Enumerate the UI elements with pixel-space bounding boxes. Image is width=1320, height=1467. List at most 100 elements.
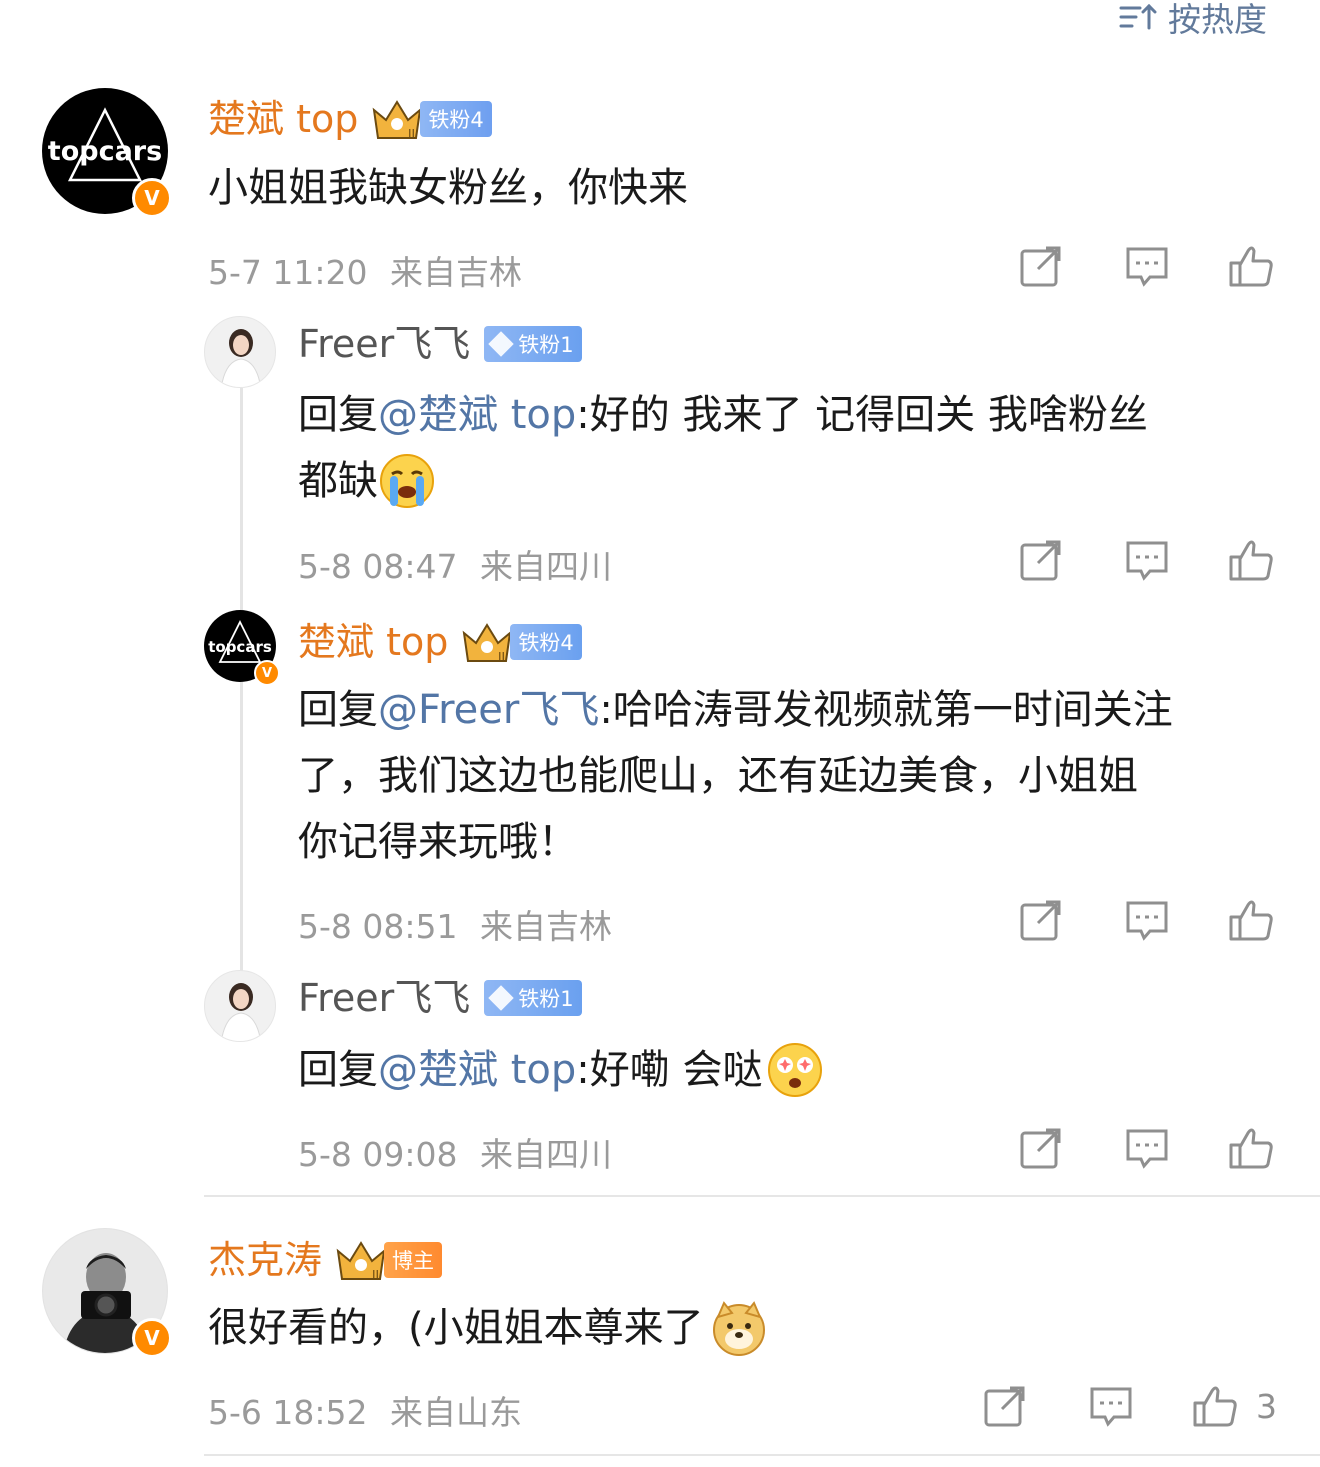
fan-badge-label: 铁粉1 (518, 333, 574, 357)
reply-1-header: Freer飞飞 铁粉1 (298, 325, 582, 363)
reply-text-line3: 你记得来玩哦！ (298, 819, 578, 865)
reply-text: :好的 我来了 记得回关 我啥粉丝 (576, 392, 1148, 438)
comment-text: 小姐姐我缺女粉丝，你快来 (208, 165, 688, 211)
doge-icon (712, 1301, 765, 1356)
reply-text: 都缺 (298, 458, 378, 504)
share-button[interactable] (1018, 897, 1064, 943)
reply-text-line2: 了，我们这边也能爬山，还有延边美食，小姐姐 (298, 753, 1138, 799)
thumbs-up-icon (1229, 900, 1273, 941)
comment-meta: 5-7 11:20 来自吉林 (208, 246, 522, 294)
reply-prefix: 回复 (298, 687, 378, 733)
comment-icon (1126, 1129, 1168, 1169)
share-button[interactable] (982, 1383, 1028, 1429)
like-button[interactable]: 3 (1192, 1383, 1277, 1429)
like-button[interactable] (1228, 1125, 1274, 1171)
fan-badge: 铁粉1 (484, 980, 582, 1016)
reply-thread-line (240, 388, 243, 988)
comment-button[interactable] (1124, 1125, 1170, 1171)
reply-text-line1: 回复@楚斌 top:好的 我来了 记得回关 我啥粉丝 (298, 382, 1148, 448)
location: 来自吉林 (390, 253, 522, 292)
comment-icon (1126, 901, 1168, 941)
mention-link[interactable]: @楚斌 top (378, 392, 576, 438)
reply-text-line1: 回复@Freer飞飞:哈哈涛哥发视频就第一时间关注 (298, 677, 1173, 743)
svg-text:II: II (372, 1268, 379, 1282)
like-button[interactable] (1228, 243, 1274, 289)
comment-button[interactable] (1124, 537, 1170, 583)
fan-badge: 铁粉4 (510, 624, 582, 660)
reply-text-line2: 都缺 (298, 448, 436, 514)
comment-divider (204, 1454, 1320, 1456)
crying-face-icon (380, 454, 434, 508)
reply-3-header: Freer飞飞 铁粉1 (298, 979, 582, 1017)
comment-button[interactable] (1088, 1383, 1134, 1429)
sort-by-hot-button[interactable]: 按热度 (1118, 0, 1267, 39)
mention-link[interactable]: @Freer飞飞 (378, 687, 599, 733)
avatar-freer[interactable] (204, 970, 276, 1042)
timestamp: 5-8 08:51 (298, 907, 458, 946)
fan-badge: 铁粉4 (420, 101, 492, 137)
reply-prefix: 回复 (298, 392, 378, 438)
avatar-freer[interactable] (204, 316, 276, 388)
thumbs-up-icon (1229, 1128, 1273, 1169)
comment-icon (1126, 541, 1168, 581)
comment-2-header: 杰克涛 II 博主 (208, 1237, 443, 1283)
location: 来自山东 (390, 1393, 522, 1432)
like-count: 3 (1256, 1386, 1277, 1426)
diamond-icon (488, 985, 514, 1011)
diamond-icon (488, 331, 514, 357)
timestamp: 5-8 08:47 (298, 547, 458, 586)
fan-badge: 铁粉1 (484, 326, 582, 362)
fan-badge-label: 铁粉1 (518, 987, 574, 1011)
crown-icon: II (336, 1241, 386, 1282)
reply-text: :好嘞 会哒 (576, 1047, 763, 1093)
comment-text-content: 很好看的，(小姐姐本尊来了 (208, 1305, 704, 1351)
svg-text:topcars: topcars (208, 638, 272, 656)
sort-lines-icon (1119, 3, 1157, 30)
thumbs-up-icon (1193, 1386, 1237, 1427)
location: 来自吉林 (480, 907, 612, 946)
share-icon (1020, 900, 1061, 941)
crown-icon: II (463, 623, 512, 664)
reply-text-line1: 回复 @楚斌 top:好嘞 会哒 (298, 1037, 824, 1103)
woman-portrait-icon (220, 329, 262, 387)
author-name[interactable]: 杰克涛 (208, 1241, 322, 1279)
author-name[interactable]: 楚斌 top (208, 100, 358, 138)
author-name[interactable]: 楚斌 top (298, 623, 448, 661)
author-name[interactable]: Freer飞飞 (298, 979, 470, 1017)
svg-text:topcars: topcars (48, 136, 162, 167)
mention-link[interactable]: @楚斌 top (378, 1037, 576, 1103)
comment-button[interactable] (1124, 897, 1170, 943)
avatar-topcars[interactable]: topcars V (42, 88, 172, 218)
reply-meta: 5-8 08:47 来自四川 (298, 540, 612, 588)
comment-button[interactable] (1124, 243, 1170, 289)
reply-meta: 5-8 09:08 来自四川 (298, 1128, 612, 1176)
share-button[interactable] (1018, 243, 1064, 289)
starry-eyes-face-icon (768, 1043, 823, 1097)
location: 来自四川 (480, 547, 612, 586)
comment-1-header: 楚斌 top II 铁粉4 (208, 96, 492, 142)
like-button[interactable] (1228, 897, 1274, 943)
timestamp: 5-7 11:20 (208, 253, 368, 292)
svg-text:II: II (498, 650, 505, 664)
comment-icon (1090, 1387, 1132, 1427)
blogger-badge: 博主 (384, 1242, 443, 1278)
comment-text: 很好看的，(小姐姐本尊来了 (208, 1295, 768, 1361)
thumbs-up-icon (1229, 540, 1273, 581)
share-button[interactable] (1018, 537, 1064, 583)
verified-icon: V (132, 1318, 172, 1358)
share-button[interactable] (1018, 1125, 1064, 1171)
reply-text: :哈哈涛哥发视频就第一时间关注 (599, 687, 1173, 733)
avatar-topcars[interactable]: topcars V (204, 610, 280, 686)
author-name[interactable]: Freer飞飞 (298, 325, 470, 363)
avatar-jieketao[interactable]: V (42, 1228, 172, 1358)
woman-portrait-icon (220, 983, 262, 1041)
like-button[interactable] (1228, 537, 1274, 583)
reply-meta: 5-8 08:51 来自吉林 (298, 900, 612, 948)
share-icon (1020, 540, 1061, 581)
reply-2-header: 楚斌 top II 铁粉4 (298, 619, 582, 665)
reply-prefix: 回复 (298, 1047, 378, 1093)
share-icon (1020, 246, 1061, 287)
crown-icon: II (373, 100, 422, 141)
timestamp: 5-8 09:08 (298, 1135, 458, 1174)
comment-divider (204, 1195, 1320, 1197)
